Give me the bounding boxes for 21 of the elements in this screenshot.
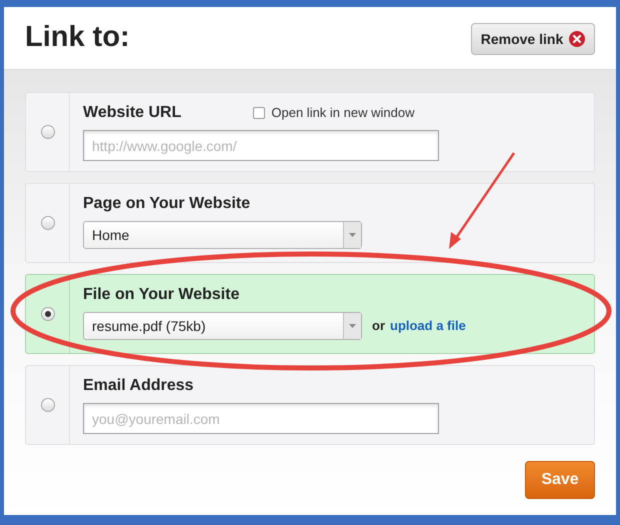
option-label: Email Address <box>83 376 194 396</box>
radio-button[interactable] <box>40 307 54 321</box>
radio-button[interactable] <box>40 216 54 230</box>
close-icon <box>569 31 586 47</box>
upload-link[interactable]: upload a file <box>390 316 466 336</box>
caret-icon <box>349 233 356 237</box>
input-field[interactable]: you@youremail.com <box>83 403 439 434</box>
dropdown[interactable]: Home <box>83 221 362 249</box>
checkbox[interactable] <box>253 107 266 119</box>
dropdown[interactable]: resume.pdf (75kb) <box>83 312 362 340</box>
radio-button[interactable] <box>40 398 54 412</box>
dialog-title: Link to: <box>25 20 130 56</box>
option-label: File on Your Website <box>83 285 240 305</box>
remove-link-button[interactable]: Remove link <box>471 23 595 55</box>
option-label: Website URL <box>83 103 182 123</box>
checkbox-label: Open link in new window <box>271 104 414 122</box>
radio-button[interactable] <box>40 125 54 139</box>
input-field[interactable]: http://www.google.com/ <box>83 130 439 161</box>
option-label: Page on Your Website <box>83 194 250 214</box>
or-text: or <box>372 317 385 336</box>
caret-icon <box>349 324 356 328</box>
